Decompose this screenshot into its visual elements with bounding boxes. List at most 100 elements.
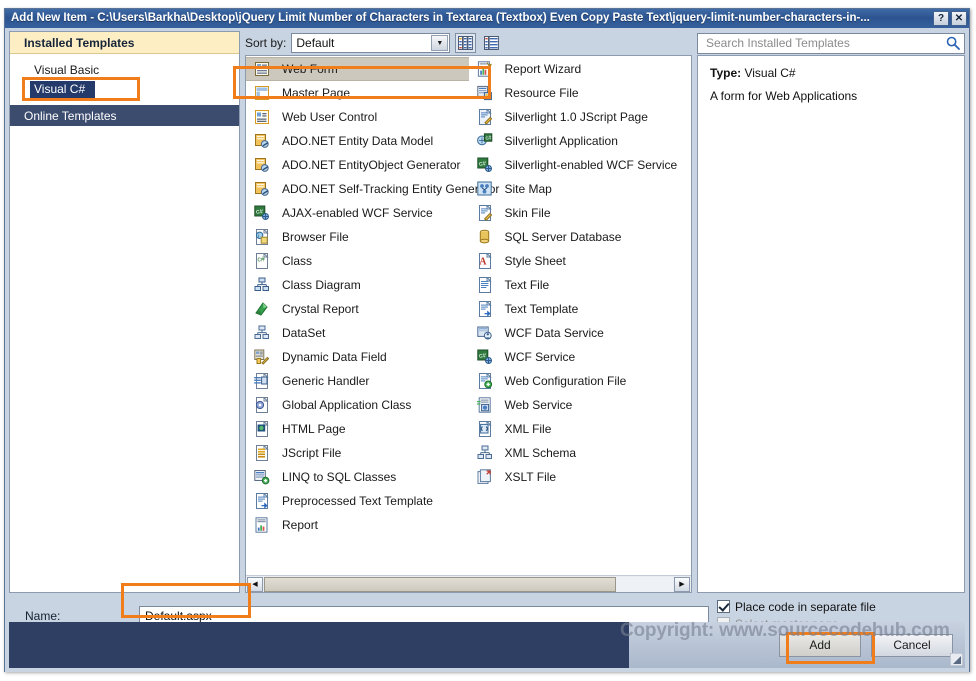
add-button[interactable]: Add xyxy=(779,633,861,657)
checkbox-place-code-separate-file[interactable] xyxy=(717,600,730,613)
template-item[interactable]: i Browser File xyxy=(246,225,469,249)
dialog-titlebar[interactable]: Add New Item - C:\Users\Barkha\Desktop\j… xyxy=(5,9,969,28)
scroll-left-icon[interactable]: ◀ xyxy=(247,576,263,592)
search-input[interactable] xyxy=(704,35,946,51)
templates-column-left: Web Form Master Page Web User Control ADO.N… xyxy=(246,57,499,574)
template-item[interactable]: DataSet xyxy=(246,321,469,345)
text-file-icon xyxy=(477,277,493,293)
scrollbar-track[interactable] xyxy=(264,576,673,592)
template-item-label: Skin File xyxy=(504,206,551,220)
template-item[interactable]: JScript File xyxy=(246,441,469,465)
master-page-icon xyxy=(254,85,270,101)
template-item[interactable]: Site Map xyxy=(469,177,692,201)
installed-templates-panel: Installed Templates Visual Basic Visual … xyxy=(9,31,240,593)
search-box[interactable] xyxy=(697,32,965,54)
template-item-label: Silverlight Application xyxy=(504,134,618,148)
close-icon[interactable]: ✕ xyxy=(951,11,967,26)
template-item[interactable]: Master Page xyxy=(246,81,469,105)
wcf-service-icon: c# xyxy=(476,349,493,365)
wcf-service-icon: c# xyxy=(254,205,270,221)
svg-text:c#: c# xyxy=(479,353,486,360)
template-item-label: Browser File xyxy=(282,230,349,244)
type-value: Visual C# xyxy=(744,66,796,80)
scrollbar-thumb[interactable] xyxy=(264,576,616,592)
template-item[interactable]: Web Service xyxy=(469,393,692,417)
site-map-icon xyxy=(476,181,493,197)
chevron-down-icon[interactable]: ▼ xyxy=(431,35,449,51)
search-icon[interactable] xyxy=(946,36,960,50)
list-view-button[interactable] xyxy=(481,33,502,53)
template-item[interactable]: c# WCF Service xyxy=(469,345,692,369)
template-item[interactable]: XML File xyxy=(469,417,692,441)
template-item[interactable]: c# AJAX-enabled WCF Service xyxy=(246,201,469,225)
template-item-label: Web Configuration File xyxy=(504,374,627,388)
list-view-icon xyxy=(484,36,500,50)
template-item[interactable]: Text File xyxy=(469,273,692,297)
template-type-line: Type: Visual C# xyxy=(710,66,952,80)
dialog-footer: Add Cancel xyxy=(9,622,965,668)
template-item[interactable]: WCF Data Service xyxy=(469,321,692,345)
dataset-icon xyxy=(254,325,270,341)
sidebar-item-visual-basic[interactable]: Visual Basic xyxy=(10,62,239,80)
web-config-icon xyxy=(477,373,493,389)
template-item-label: Silverlight-enabled WCF Service xyxy=(504,158,678,172)
linq-sql-icon xyxy=(254,469,270,485)
template-item[interactable]: Resource File xyxy=(469,81,692,105)
text-template-icon xyxy=(477,301,493,317)
template-item[interactable]: Report xyxy=(246,513,469,537)
template-item[interactable]: Report Wizard xyxy=(469,57,692,81)
template-item-label: Web User Control xyxy=(282,110,378,124)
template-item[interactable]: Dynamic Data Field xyxy=(246,345,469,369)
template-item[interactable]: Web Configuration File xyxy=(469,369,692,393)
template-item-label: XML Schema xyxy=(504,446,577,460)
template-item[interactable]: Web Form xyxy=(246,57,469,81)
template-item[interactable]: Class Diagram xyxy=(246,273,469,297)
svg-text:c#: c# xyxy=(256,209,263,216)
template-item[interactable]: Preprocessed Text Template xyxy=(246,489,469,513)
sidebar-group-online-templates[interactable]: Online Templates xyxy=(10,105,239,126)
template-item-label: HTML Page xyxy=(282,422,346,436)
sort-by-value: Default xyxy=(296,36,335,50)
templates-tree: Visual Basic Visual C# Online Templates xyxy=(10,54,239,592)
templates-listbox[interactable]: Web Form Master Page Web User Control ADO.N… xyxy=(245,55,692,593)
template-item[interactable]: ADO.NET EntityObject Generator xyxy=(246,153,469,177)
help-button[interactable]: ? xyxy=(933,11,949,26)
sort-by-select[interactable]: Default ▼ xyxy=(291,33,451,53)
template-item[interactable]: Silverlight 1.0 JScript Page xyxy=(469,105,692,129)
resize-grip-icon[interactable] xyxy=(950,653,963,666)
template-item[interactable]: A Style Sheet xyxy=(469,249,692,273)
template-item-label: Web Service xyxy=(504,398,573,412)
template-details-box: Type: Visual C# A form for Web Applicati… xyxy=(697,55,965,593)
ado-net-entity-icon xyxy=(254,133,270,149)
template-item[interactable]: XML Schema xyxy=(469,441,692,465)
template-item[interactable]: Global Application Class xyxy=(246,393,469,417)
template-item[interactable]: LINQ to SQL Classes xyxy=(246,465,469,489)
template-item[interactable]: Text Template xyxy=(469,297,692,321)
html-page-icon xyxy=(254,421,270,437)
jscript-file-icon xyxy=(254,445,270,461)
template-item[interactable]: Skin File xyxy=(469,201,692,225)
sidebar-item-visual-csharp[interactable]: Visual C# xyxy=(30,81,96,99)
wcf-service-icon: c# xyxy=(476,157,493,173)
template-item[interactable]: SQL Server Database xyxy=(469,225,692,249)
medium-icons-view-button[interactable] xyxy=(455,33,477,53)
template-item-label: Report xyxy=(282,518,319,532)
template-item[interactable]: Crystal Report xyxy=(246,297,469,321)
horizontal-scrollbar[interactable]: ◀ ▶ xyxy=(246,575,691,592)
scroll-right-icon[interactable]: ▶ xyxy=(674,576,690,592)
browser-file-icon: i xyxy=(254,229,270,245)
screenshot-root: Copyright: www.sourcecodehub.com Add New… xyxy=(0,0,976,681)
resource-file-icon xyxy=(476,85,493,101)
template-item[interactable]: HTML Page xyxy=(246,417,469,441)
template-item[interactable]: Web User Control xyxy=(246,105,469,129)
place-code-separate-file-row[interactable]: Place code in separate file xyxy=(717,598,965,615)
template-item[interactable]: ADO.NET Self-Tracking Entity Generator xyxy=(246,177,499,201)
template-item[interactable]: ADO.NET Entity Data Model xyxy=(246,129,469,153)
svg-text:c#: c# xyxy=(479,161,486,168)
template-item[interactable]: XSLT File xyxy=(469,465,692,489)
cancel-button[interactable]: Cancel xyxy=(871,633,953,657)
template-item[interactable]: c# Class xyxy=(246,249,469,273)
template-item[interactable]: c# Silverlight-enabled WCF Service xyxy=(469,153,692,177)
template-item[interactable]: Generic Handler xyxy=(246,369,469,393)
template-item[interactable]: c# Silverlight Application xyxy=(469,129,692,153)
